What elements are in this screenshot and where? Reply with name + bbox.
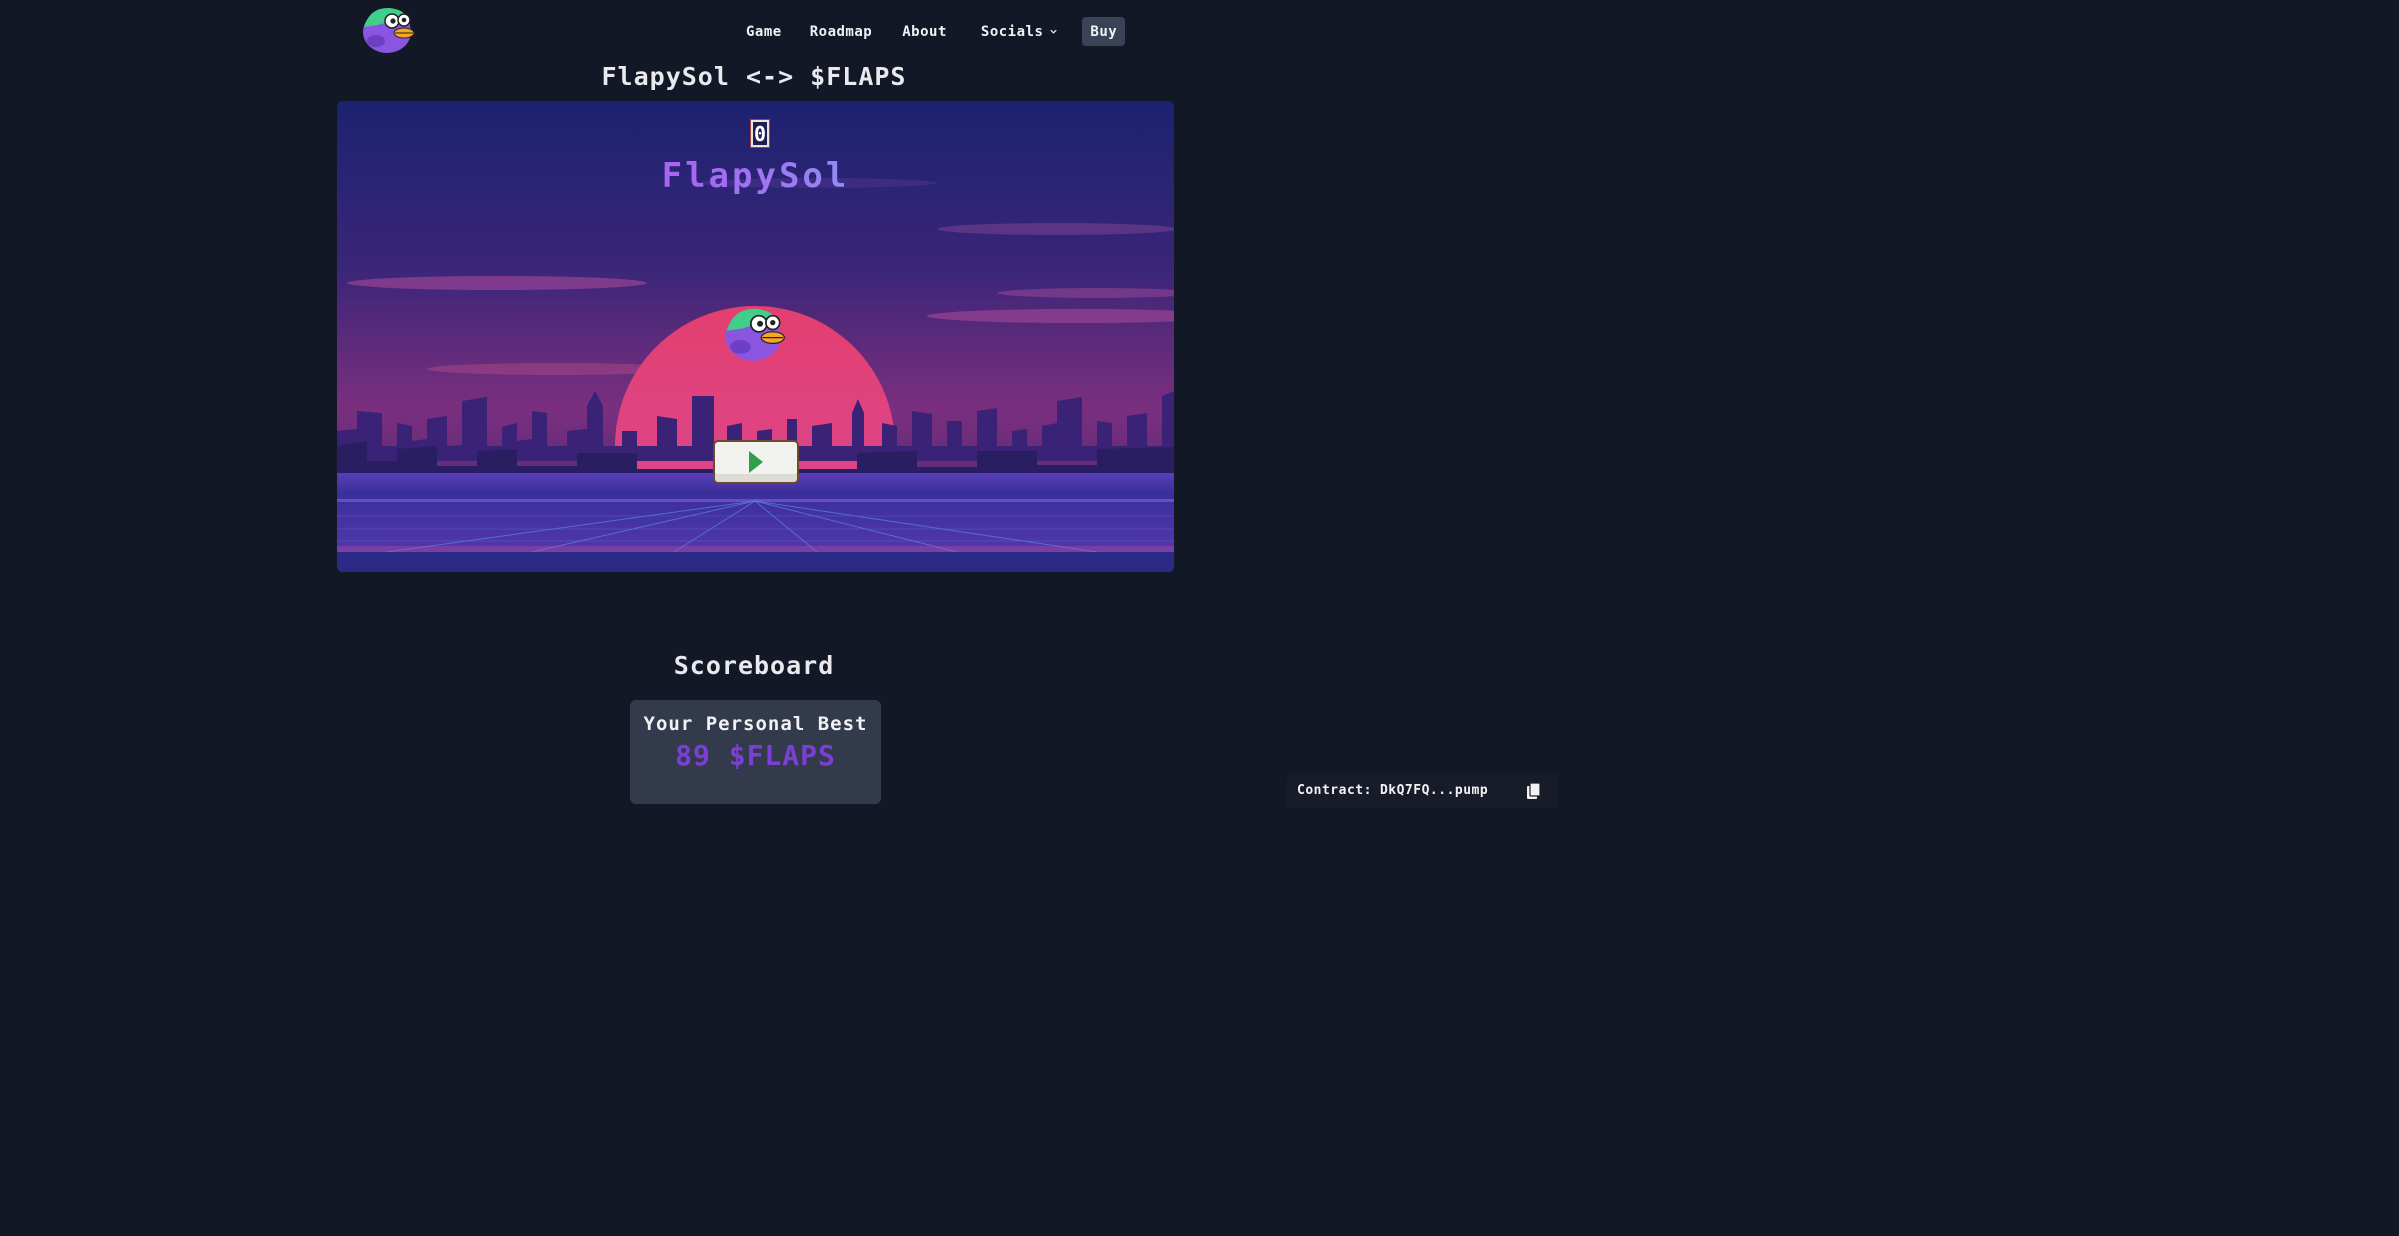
bird-character-icon	[717, 303, 787, 363]
personal-best-value: 89 $FLAPS	[675, 739, 836, 772]
nav-link-socials[interactable]: Socials	[981, 24, 1059, 40]
game-logo-text: FlapySol	[337, 156, 1174, 196]
personal-best-card: Your Personal Best 89 $FLAPS	[630, 700, 881, 804]
current-score: 0	[750, 119, 770, 148]
contract-label: Contract:	[1297, 783, 1372, 798]
chevron-down-icon	[1050, 29, 1058, 34]
game-canvas[interactable]: 0 FlapySol	[337, 101, 1174, 572]
nav-socials-label: Socials	[980, 23, 1044, 40]
page-title: FlapySol <-> $FLAPS	[601, 62, 907, 91]
play-button[interactable]	[713, 440, 799, 484]
contract-bar: Contract: DkQ7FQ...pump	[1287, 773, 1558, 808]
buy-button[interactable]: Buy	[1082, 17, 1126, 46]
bird-logo-icon[interactable]	[356, 3, 416, 55]
contract-address: DkQ7FQ...pump	[1379, 783, 1489, 798]
top-nav: Game Roadmap About Socials Buy	[0, 0, 1568, 62]
nav-link-roadmap[interactable]: Roadmap	[810, 24, 873, 40]
nav-link-about[interactable]: About	[902, 24, 947, 40]
nav-links: Game Roadmap About Socials Buy	[746, 17, 1126, 46]
scoreboard-title: Scoreboard	[673, 651, 835, 680]
nav-link-game[interactable]: Game	[746, 24, 782, 40]
copy-icon[interactable]	[1526, 782, 1542, 800]
personal-best-label: Your Personal Best	[643, 713, 868, 735]
play-icon	[749, 451, 763, 473]
